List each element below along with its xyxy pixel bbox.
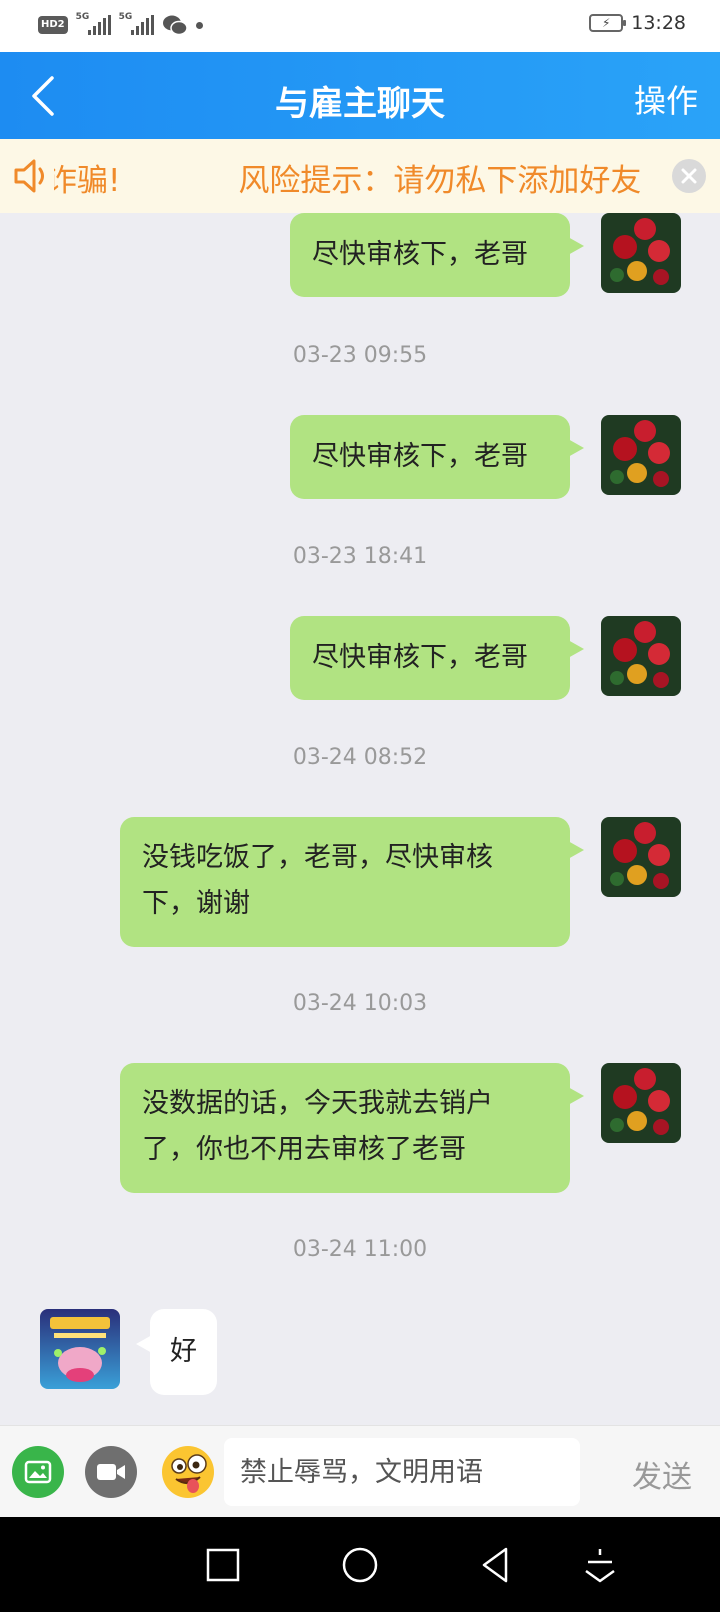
network-type-label: 5G: [75, 12, 90, 22]
rose-avatar-image: [601, 213, 681, 293]
message-bubble-employer[interactable]: 好: [136, 1309, 217, 1395]
message-text-line: 没数据的话，今天我就去销户: [142, 1088, 493, 1119]
signal-icon: 5G: [75, 12, 111, 35]
video-call-button[interactable]: [85, 1446, 137, 1498]
message-text: 尽快审核下，老哥: [312, 441, 528, 472]
nav-square-icon[interactable]: [203, 1545, 243, 1585]
video-icon: [97, 1464, 125, 1480]
speaker-icon: [12, 156, 54, 196]
message-bubble-mine[interactable]: 没钱吃饭了，老哥，尽快审核 下，谢谢: [120, 817, 584, 947]
clock: 13:28: [631, 12, 686, 34]
chat-message-list[interactable]: 尽快审核下，老哥 03-23 09:55 尽快审核下，老哥 03-23 18:4…: [0, 213, 720, 1425]
message-text: 好: [170, 1336, 197, 1367]
timestamp: 03-24 08:52: [292, 745, 428, 770]
image-icon: [24, 1460, 52, 1484]
avatar-mine[interactable]: [601, 1063, 681, 1143]
close-icon: [681, 168, 697, 184]
message-text-line: 没钱吃饭了，老哥，尽快审核: [142, 842, 493, 873]
message-bubble-mine[interactable]: 尽快审核下，老哥: [290, 213, 584, 297]
nav-circle-icon[interactable]: [340, 1545, 380, 1585]
signal-icon-2: 5G: [118, 12, 154, 35]
page-title: 与雇主聊天: [275, 84, 445, 124]
send-button[interactable]: 发送: [632, 1452, 692, 1496]
close-notice-button[interactable]: [672, 159, 706, 193]
timestamp: 03-23 18:41: [292, 544, 428, 569]
emoji-icon[interactable]: [160, 1444, 216, 1500]
risk-notice-banner: 诈骗! 风险提示：请勿私下添加好友: [0, 139, 720, 213]
message-text-line: 了，你也不用去审核了老哥: [142, 1134, 466, 1165]
battery-icon: ⚡: [589, 14, 627, 32]
notice-text-main: 风险提示：请勿私下添加好友: [238, 163, 642, 199]
avatar-mine[interactable]: [601, 817, 681, 897]
notice-marquee: 诈骗! 风险提示：请勿私下添加好友: [46, 155, 641, 200]
rose-avatar-image: [601, 817, 681, 897]
timestamp: 03-23 09:55: [292, 343, 428, 368]
notice-text-fragment: 诈骗!: [46, 163, 121, 199]
hd-badge: HD2: [38, 16, 68, 34]
rose-avatar-image: [601, 415, 681, 495]
network-type-label-2: 5G: [118, 12, 133, 22]
avatar-employer[interactable]: [40, 1309, 120, 1389]
action-button[interactable]: 操作: [634, 76, 698, 122]
status-bar: HD2 5G 5G ⚡ 13:28: [0, 0, 720, 52]
message-input[interactable]: [224, 1438, 580, 1506]
status-right: ⚡ 13:28: [589, 12, 686, 34]
system-nav-bar: [0, 1517, 720, 1612]
avatar-mine[interactable]: [601, 616, 681, 696]
rose-avatar-image: [601, 616, 681, 696]
message-text-line: 下，谢谢: [142, 888, 250, 919]
rose-avatar-image: [601, 1063, 681, 1143]
chat-header: 与雇主聊天 操作: [0, 52, 720, 139]
status-left: HD2 5G 5G: [38, 12, 203, 36]
notification-dot-icon: [195, 21, 203, 29]
message-text: 尽快审核下，老哥: [312, 239, 528, 270]
game-avatar-image: [40, 1309, 120, 1389]
message-bubble-mine[interactable]: 尽快审核下，老哥: [290, 616, 584, 700]
nav-hide-icon[interactable]: [580, 1545, 620, 1585]
message-bubble-mine[interactable]: 没数据的话，今天我就去销户 了，你也不用去审核了老哥: [120, 1063, 584, 1193]
wechat-icon: [162, 15, 188, 36]
timestamp: 03-24 11:00: [292, 1237, 428, 1262]
message-input-bar: 发送: [0, 1425, 720, 1517]
nav-back-icon[interactable]: [476, 1545, 516, 1585]
message-bubble-mine[interactable]: 尽快审核下，老哥: [290, 415, 584, 499]
send-image-button[interactable]: [12, 1446, 64, 1498]
avatar-mine[interactable]: [601, 213, 681, 293]
message-text: 尽快审核下，老哥: [312, 642, 528, 673]
timestamp: 03-24 10:03: [292, 991, 428, 1016]
avatar-mine[interactable]: [601, 415, 681, 495]
